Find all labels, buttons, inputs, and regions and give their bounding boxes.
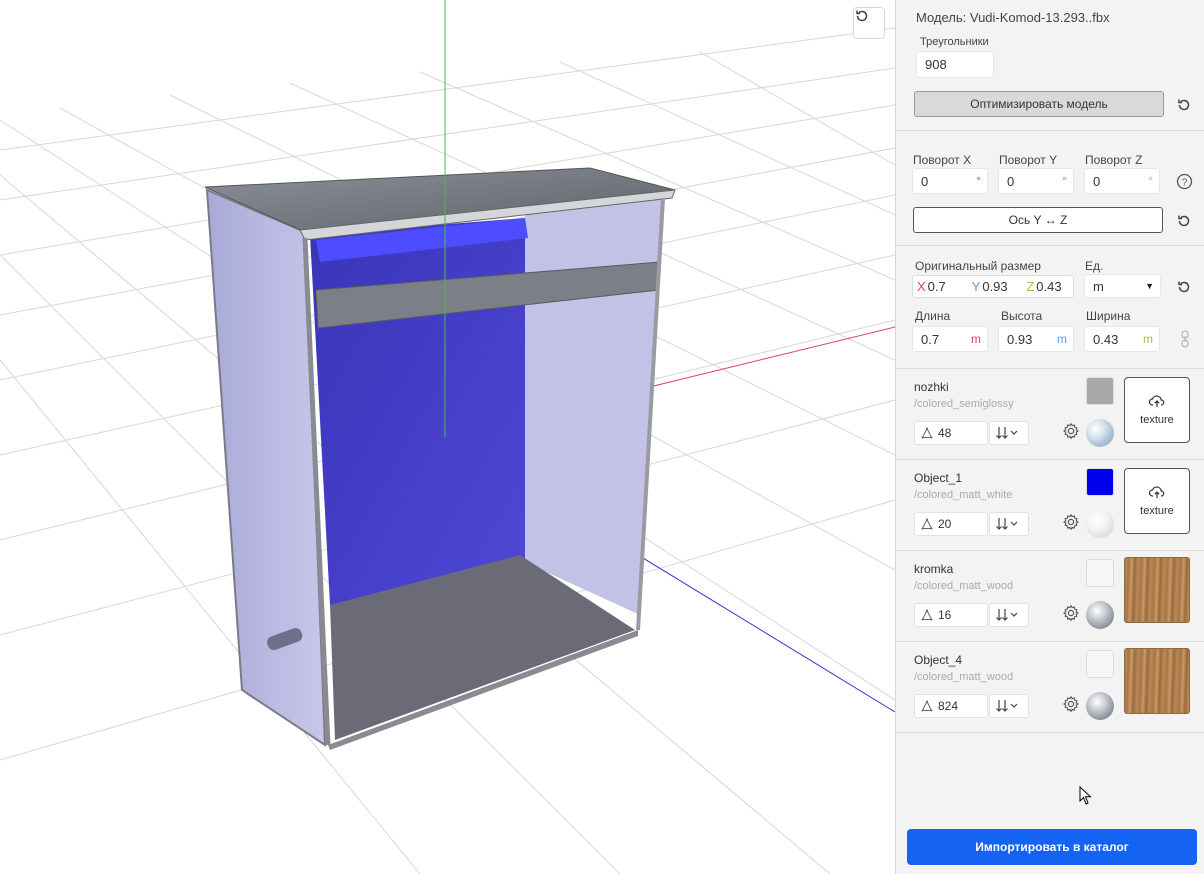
- triangle-count-field[interactable]: 48: [914, 421, 988, 445]
- gear-icon[interactable]: [1062, 513, 1080, 531]
- triangle-count-value: 16: [938, 608, 952, 622]
- swap-axes-button[interactable]: Ось Y ↔ Z: [913, 207, 1163, 233]
- 3d-viewport[interactable]: [0, 0, 895, 874]
- material-name: Object_4: [914, 653, 963, 667]
- material-name: nozhki: [914, 380, 949, 394]
- triangles-count-field[interactable]: 908: [916, 51, 994, 78]
- chevron-down-icon: ▼: [1145, 281, 1154, 291]
- material-preview-sphere[interactable]: [1086, 692, 1114, 720]
- triangle-icon: [921, 518, 933, 530]
- sort-order-dropdown[interactable]: [989, 512, 1029, 536]
- import-to-catalog-button[interactable]: Импортировать в каталог: [907, 829, 1197, 865]
- model-filename: Модель: Vudi-Komod-13.293..fbx: [916, 10, 1110, 25]
- rotation-help-button[interactable]: ?: [1174, 171, 1194, 191]
- reset-icon: [1178, 99, 1190, 111]
- height-input[interactable]: 0.93 m: [998, 326, 1074, 352]
- scene-canvas[interactable]: [0, 0, 895, 874]
- sort-order-dropdown[interactable]: [989, 421, 1029, 445]
- triangle-count-field[interactable]: 20: [914, 512, 988, 536]
- sort-order-dropdown[interactable]: [989, 694, 1029, 718]
- reset-icon: [1178, 281, 1190, 293]
- cabinet-model: [204, 167, 676, 750]
- material-preview-sphere[interactable]: [1086, 419, 1114, 447]
- triangle-count-value: 48: [938, 426, 952, 440]
- rotation-z-label: Поворот Z: [1085, 153, 1143, 167]
- rotation-z-input[interactable]: 0 °: [1084, 168, 1160, 194]
- material-path: /colored_matt_wood: [914, 580, 1014, 592]
- rotation-y-label: Поворот Y: [999, 153, 1058, 167]
- triangle-count-value: 20: [938, 517, 952, 531]
- triangle-count-field[interactable]: 16: [914, 603, 988, 627]
- size-reset-button[interactable]: [1174, 277, 1194, 297]
- material-row: kromka/colored_matt_wood 16: [896, 551, 1204, 642]
- texture-label: texture: [1140, 414, 1174, 426]
- material-color-swatch[interactable]: [1086, 468, 1114, 496]
- triangle-icon: [921, 609, 933, 621]
- reset-icon: [1178, 215, 1190, 227]
- proportion-lock-button[interactable]: [1175, 329, 1195, 349]
- cloud-upload-icon: [1149, 395, 1165, 407]
- triangle-icon: [921, 700, 933, 712]
- size-section: Оригинальный размер Ед. X 0.7 Y 0.93 Z 0.43…: [896, 246, 1204, 369]
- original-size-readout: X 0.7 Y 0.93 Z 0.43: [912, 275, 1074, 298]
- material-row: nozhki/colored_semiglossy 48 texture: [896, 369, 1204, 460]
- svg-text:?: ?: [1181, 177, 1187, 188]
- cloud-upload-icon: [1149, 486, 1165, 498]
- material-preview-sphere[interactable]: [1086, 601, 1114, 629]
- material-color-swatch[interactable]: [1086, 559, 1114, 587]
- texture-label: texture: [1140, 505, 1174, 517]
- wood-texture-thumbnail[interactable]: [1124, 557, 1190, 623]
- rotation-y-input[interactable]: 0 °: [998, 168, 1074, 194]
- settings-panel: Модель: Vudi-Komod-13.293..fbx Треугольн…: [895, 0, 1204, 874]
- triangles-label: Треугольники: [920, 36, 989, 48]
- triangle-icon: [921, 427, 933, 439]
- help-icon: ?: [1176, 173, 1192, 189]
- texture-upload-button[interactable]: texture: [1124, 468, 1190, 534]
- rotation-section: Поворот X Поворот Y Поворот Z 0 ° 0 ° 0 ° ?…: [896, 131, 1204, 246]
- gear-icon[interactable]: [1062, 695, 1080, 713]
- gear-icon[interactable]: [1062, 422, 1080, 440]
- material-color-swatch[interactable]: [1086, 650, 1114, 678]
- reset-icon: [856, 10, 868, 22]
- model-section: Модель: Vudi-Komod-13.293..fbx Треугольн…: [896, 0, 1204, 131]
- material-preview-sphere[interactable]: [1086, 510, 1114, 538]
- units-label: Ед.: [1085, 259, 1104, 273]
- material-row: Object_1/colored_matt_white 20 texture: [896, 460, 1204, 551]
- optimize-reset-button[interactable]: [1174, 95, 1194, 115]
- reset-view-button[interactable]: [853, 7, 885, 39]
- sort-arrows-icon: [996, 518, 1018, 530]
- length-input[interactable]: 0.7 m: [912, 326, 988, 352]
- sort-arrows-icon: [996, 427, 1018, 439]
- material-path: /colored_matt_white: [914, 489, 1013, 501]
- width-label: Ширина: [1086, 309, 1131, 323]
- original-size-label: Оригинальный размер: [915, 259, 1041, 273]
- material-path: /colored_matt_wood: [914, 671, 1014, 683]
- link-icon: [1181, 330, 1189, 348]
- material-color-swatch[interactable]: [1086, 377, 1114, 405]
- material-name: kromka: [914, 562, 954, 576]
- mouse-cursor-icon: [1079, 786, 1092, 805]
- sort-arrows-icon: [996, 609, 1018, 621]
- sort-arrows-icon: [996, 700, 1018, 712]
- gear-icon[interactable]: [1062, 604, 1080, 622]
- wood-texture-thumbnail[interactable]: [1124, 648, 1190, 714]
- rotation-x-input[interactable]: 0 °: [912, 168, 988, 194]
- material-path: /colored_semiglossy: [914, 398, 1014, 410]
- material-name: Object_1: [914, 471, 963, 485]
- width-input[interactable]: 0.43 m: [1084, 326, 1160, 352]
- length-label: Длина: [915, 309, 951, 323]
- triangles-count-value: 908: [925, 57, 947, 72]
- rotation-reset-button[interactable]: [1174, 211, 1194, 231]
- sort-order-dropdown[interactable]: [989, 603, 1029, 627]
- texture-upload-button[interactable]: texture: [1124, 377, 1190, 443]
- optimize-model-button[interactable]: Оптимизировать модель: [914, 91, 1164, 117]
- material-row: Object_4/colored_matt_wood 824: [896, 642, 1204, 733]
- triangle-count-value: 824: [938, 699, 959, 713]
- triangle-count-field[interactable]: 824: [914, 694, 988, 718]
- height-label: Высота: [1001, 309, 1043, 323]
- rotation-x-label: Поворот X: [913, 153, 972, 167]
- units-select[interactable]: m ▼: [1084, 274, 1161, 298]
